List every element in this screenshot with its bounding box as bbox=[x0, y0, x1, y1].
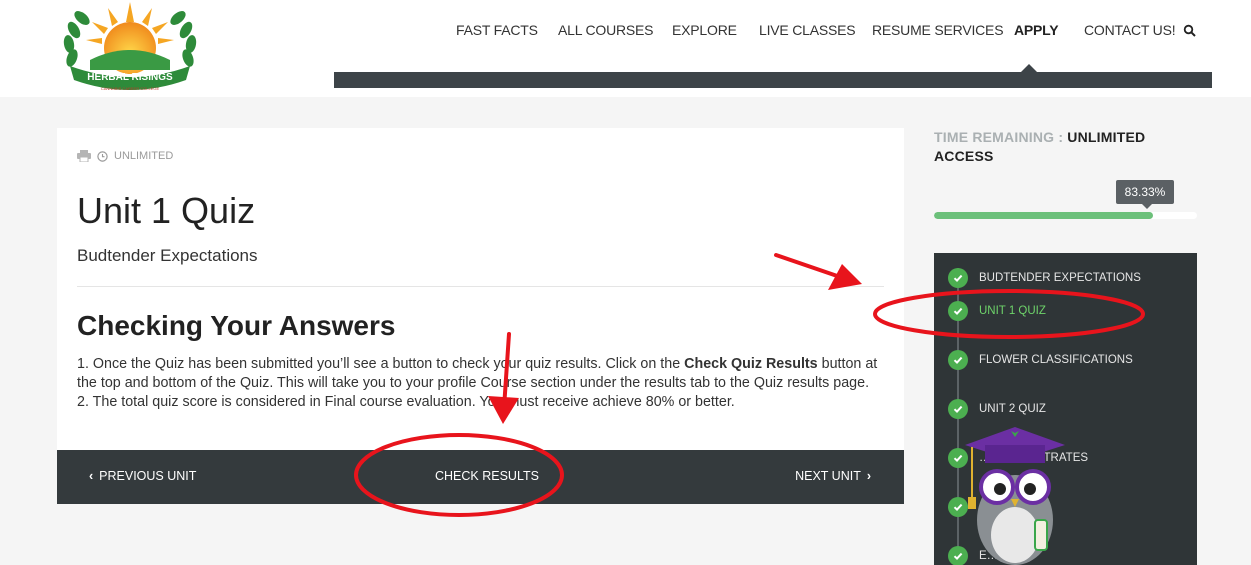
course-progress-fill bbox=[934, 212, 1154, 219]
sidebar-unit-label: UNIT 2 QUIZ bbox=[979, 403, 1046, 415]
check-results-button[interactable]: CHECK RESULTS bbox=[435, 469, 539, 483]
time-remaining-label: TIME REMAINING : bbox=[934, 129, 1068, 145]
sidebar-unit-item[interactable]: UNIT 1 QUIZ bbox=[948, 301, 1046, 321]
section-title: Checking Your Answers bbox=[77, 310, 396, 341]
para1-start: 1. Once the Quiz has been submitted you’… bbox=[77, 356, 685, 372]
check-circle-icon bbox=[948, 301, 968, 321]
time-remaining: TIME REMAINING : UNLIMITED ACCESS bbox=[934, 128, 1204, 166]
sidebar-unit-label: BUDTENDER EXPECTATIONS bbox=[979, 272, 1141, 284]
quiz-card: UNLIMITED Unit 1 Quiz Budtender Expectat… bbox=[57, 128, 904, 504]
previous-unit-button[interactable]: ‹ PREVIOUS UNIT bbox=[89, 469, 196, 483]
page-title: Unit 1 Quiz bbox=[77, 190, 256, 231]
quiz-meta: UNLIMITED bbox=[77, 149, 173, 163]
sidebar-unit-label: UNIT 1 QUIZ bbox=[979, 305, 1046, 317]
progress-tooltip: 83.33% bbox=[1116, 180, 1174, 204]
sidebar-unit-item[interactable]: UNIT 2 QUIZ bbox=[948, 399, 1046, 419]
instructions-text: 1. Once the Quiz has been submitted you’… bbox=[77, 355, 887, 412]
clock-icon bbox=[97, 150, 108, 162]
nav-item-contact-us[interactable]: CONTACT US! bbox=[1084, 22, 1176, 38]
para2: 2. The total quiz score is considered in… bbox=[77, 394, 735, 410]
print-icon[interactable] bbox=[77, 150, 91, 162]
logo-text: HERBAL RISINGS bbox=[87, 72, 173, 83]
check-circle-icon bbox=[948, 399, 968, 419]
nav-item-resume-services[interactable]: RESUME SERVICES bbox=[872, 22, 1004, 38]
progress-tooltip-arrow bbox=[1142, 204, 1152, 209]
logo-subtext: CANNABIS CAREER COLLEGE bbox=[101, 86, 160, 91]
page-subtitle: Budtender Expectations bbox=[77, 246, 258, 265]
course-progress-bar bbox=[934, 212, 1197, 219]
access-label: UNLIMITED bbox=[114, 150, 174, 162]
owl-mascot bbox=[965, 427, 1065, 565]
main-nav: FAST FACTS ALL COURSES EXPLORE LIVE CLASSES… bbox=[440, 22, 1201, 42]
previous-unit-label: PREVIOUS UNIT bbox=[99, 469, 197, 483]
nav-underbar bbox=[334, 72, 1212, 88]
sidebar-unit-item[interactable]: BUDTENDER EXPECTATIONS bbox=[948, 268, 1141, 288]
unit-navigation: ‹ PREVIOUS UNIT CHECK RESULTS NEXT UNIT › bbox=[57, 450, 904, 504]
active-nav-indicator bbox=[1021, 64, 1037, 72]
nav-item-live-classes[interactable]: LIVE CLASSES bbox=[759, 22, 856, 38]
nav-item-apply[interactable]: APPLY bbox=[1014, 22, 1059, 38]
chevron-right-icon: › bbox=[866, 469, 871, 483]
sidebar-unit-item[interactable]: FLOWER CLASSIFICATIONS bbox=[948, 350, 1133, 370]
next-unit-label: NEXT UNIT bbox=[795, 469, 861, 483]
nav-item-explore[interactable]: EXPLORE bbox=[672, 22, 737, 38]
para1-bold: Check Quiz Results bbox=[684, 356, 818, 372]
chevron-left-icon: ‹ bbox=[89, 469, 94, 483]
check-circle-icon bbox=[948, 350, 968, 370]
nav-item-fast-facts[interactable]: FAST FACTS bbox=[456, 22, 538, 38]
next-unit-button[interactable]: NEXT UNIT › bbox=[795, 469, 871, 483]
herbal-risings-logo[interactable]: HERBAL RISINGS CANNABIS CAREER COLLEGE bbox=[60, 0, 200, 96]
divider bbox=[77, 286, 884, 287]
nav-item-all-courses[interactable]: ALL COURSES bbox=[558, 22, 654, 38]
check-circle-icon bbox=[948, 268, 968, 288]
sidebar-unit-label: FLOWER CLASSIFICATIONS bbox=[979, 354, 1133, 366]
search-icon[interactable] bbox=[1183, 24, 1197, 38]
